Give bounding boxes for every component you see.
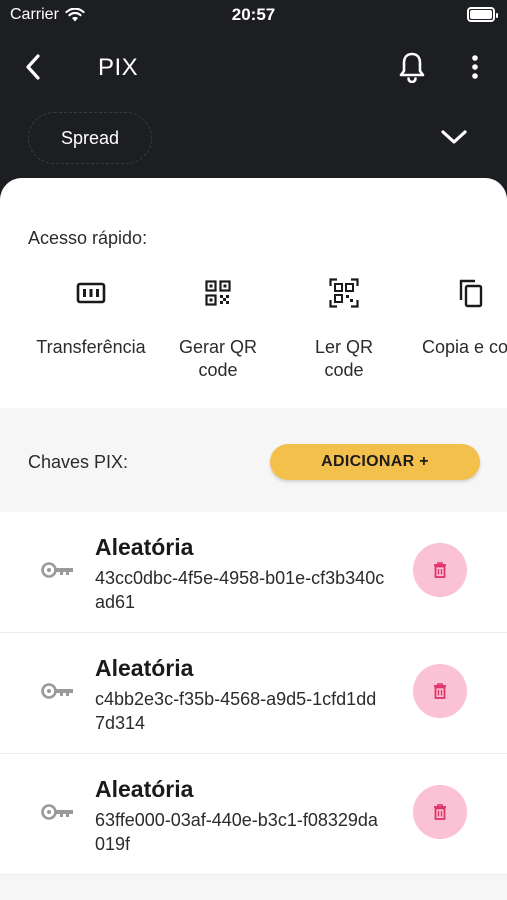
transfer-icon	[76, 282, 106, 304]
quick-access-section: Acesso rápido: Transferência Gerar QR co…	[0, 178, 507, 408]
generate-qr-icon	[205, 280, 231, 306]
content-sheet: Acesso rápido: Transferência Gerar QR co…	[0, 178, 507, 900]
scan-qr-icon	[329, 278, 359, 308]
more-vertical-icon	[472, 55, 478, 79]
key-type: Aleatória	[95, 534, 194, 560]
delete-key-button[interactable]	[413, 785, 467, 839]
pix-keys-label: Chaves PIX:	[28, 452, 129, 472]
key-icon	[41, 683, 73, 699]
key-icon	[41, 562, 73, 578]
page-title: PIX	[98, 54, 139, 81]
delete-key-button[interactable]	[413, 664, 467, 718]
trash-icon	[434, 562, 446, 578]
account-expand-button[interactable]	[439, 122, 469, 152]
notifications-button[interactable]	[395, 48, 429, 86]
key-value: 43cc0dbc-4f5e-4958-b01e-cf3b340cad61	[95, 568, 385, 612]
account-chip[interactable]: Spread	[28, 112, 152, 164]
delete-key-button[interactable]	[413, 543, 467, 597]
status-bar: Carrier 20:57	[0, 0, 507, 30]
bell-icon	[399, 52, 425, 83]
quick-item-label: Copia e co	[422, 337, 507, 357]
back-button[interactable]	[18, 50, 48, 84]
chevron-left-icon	[26, 54, 40, 80]
pix-keys-header: Chaves PIX: ADICIONAR +	[0, 440, 507, 484]
trash-icon	[434, 683, 446, 699]
key-list-item[interactable]: Aleatória c4bb2e3c-f35b-4568-a9d5-1cfd1d…	[0, 633, 507, 754]
chevron-down-icon	[441, 130, 467, 144]
key-list-item[interactable]: Aleatória 43cc0dbc-4f5e-4958-b01e-cf3b34…	[0, 512, 507, 633]
trash-icon	[434, 804, 446, 820]
quick-access-list: Transferência Gerar QR code Ler QR code …	[0, 274, 507, 394]
key-type: Aleatória	[95, 655, 194, 681]
key-icon	[41, 804, 73, 820]
clock: 20:57	[231, 5, 276, 24]
more-options-button[interactable]	[461, 48, 489, 86]
battery-icon	[467, 7, 498, 22]
nav-bar: PIX	[0, 40, 507, 96]
copy-icon	[459, 279, 483, 308]
quick-access-label: Acesso rápido:	[28, 228, 148, 248]
key-value: 63ffe000-03af-440e-b3c1-f08329da019f	[95, 810, 378, 854]
pix-key-list: Aleatória 43cc0dbc-4f5e-4958-b01e-cf3b34…	[0, 512, 507, 875]
account-selector-row: Spread	[0, 108, 507, 168]
add-key-button[interactable]: ADICIONAR +	[270, 444, 480, 480]
key-value: c4bb2e3c-f35b-4568-a9d5-1cfd1dd7d314	[95, 689, 377, 733]
key-list-item[interactable]: Aleatória 63ffe000-03af-440e-b3c1-f08329…	[0, 754, 507, 875]
key-type: Aleatória	[95, 776, 194, 802]
quick-item-copy-paste[interactable]: Copia e co	[396, 274, 507, 359]
